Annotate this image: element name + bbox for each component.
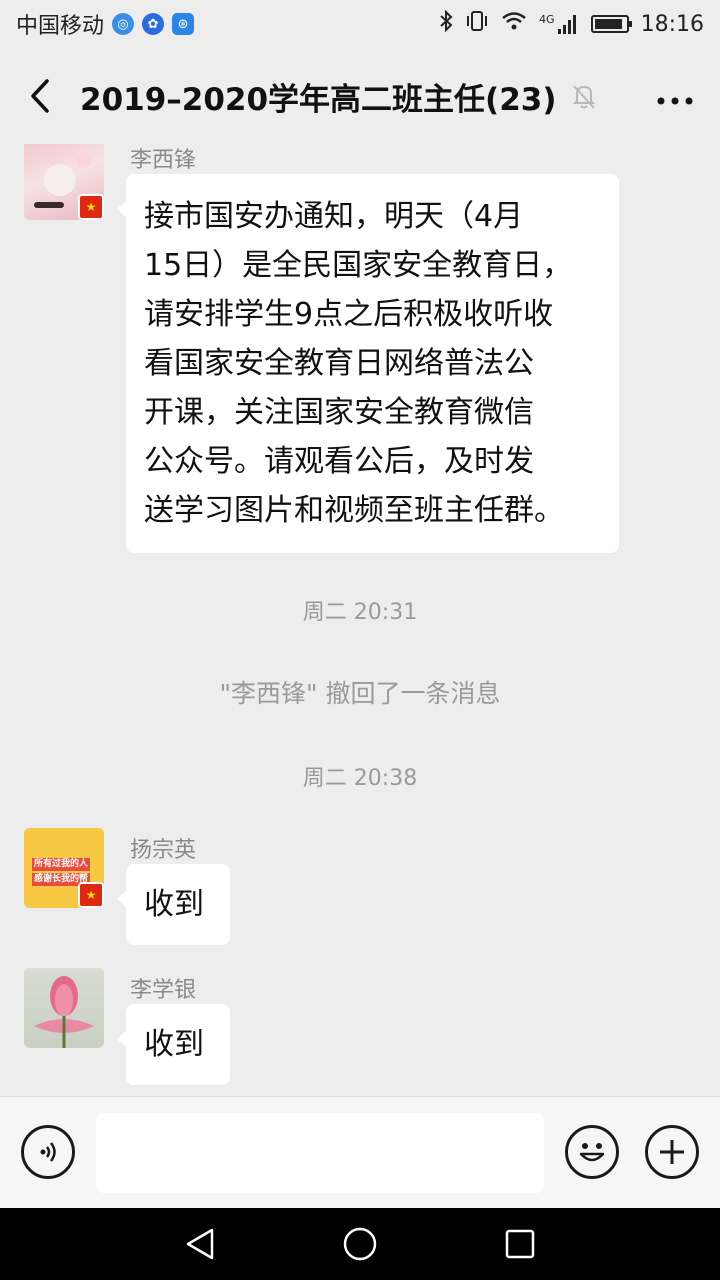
status-bar: 中国移动 ◎ ✿ ⊛ 4G 18:16: [0, 0, 720, 48]
lotus-image: [34, 976, 94, 1048]
message-line: 接市国安办通知，明天（4月: [144, 199, 524, 234]
nav-recent-icon[interactable]: [500, 1224, 540, 1264]
battery-fill: [594, 19, 622, 29]
sender-name: 扬宗英: [130, 838, 197, 863]
message-input[interactable]: [96, 1113, 544, 1193]
clock: 18:16: [640, 11, 704, 37]
message-line: 15日）是全民国家安全教育日，: [144, 248, 573, 283]
nav-home-icon[interactable]: [340, 1224, 380, 1264]
sender-name: 李学银: [130, 978, 197, 1003]
message-text: 收到: [144, 887, 204, 922]
status-left: 中国移动 ◎ ✿ ⊛: [16, 8, 195, 40]
message-timestamp: 周二 20:31: [302, 600, 418, 625]
avatar[interactable]: ★: [24, 144, 104, 220]
avatar[interactable]: [24, 968, 104, 1048]
message-line: 请安排学生9点之后积极收听收: [144, 297, 554, 332]
avatar-caption-line: 所有过我的人: [32, 858, 91, 871]
signal-icon: 4G: [539, 13, 579, 35]
chat-title: 2019–2020学年高二班主任(23): [80, 81, 557, 118]
message-bubble[interactable]: 收到: [117, 1004, 230, 1085]
plus-icon[interactable]: [645, 1125, 699, 1179]
recall-notice: "李西锋" 撤回了一条消息: [219, 679, 501, 708]
message-bubble[interactable]: 接市国安办通知，明天（4月 15日）是全民国家安全教育日， 请安排学生9点之后积…: [117, 174, 619, 553]
message-bubble[interactable]: 收到: [117, 864, 230, 945]
sender-name: 李西锋: [130, 148, 197, 173]
input-bar: [0, 1096, 720, 1208]
vibrate-icon: [465, 10, 489, 38]
battery-icon: [590, 15, 632, 33]
qq-browser-icon: ◎: [112, 13, 135, 35]
message-text: 收到: [144, 1027, 204, 1062]
message-line: 看国家安全教育日网络普法公: [144, 346, 534, 381]
more-dots-icon[interactable]: [650, 79, 700, 114]
carrier-label: 中国移动: [16, 14, 105, 39]
wifi-icon: [501, 10, 527, 38]
network-label: 4G: [539, 13, 555, 26]
emoji-icon[interactable]: [565, 1125, 619, 1179]
bell-off-icon: [569, 81, 599, 111]
bluetooth-icon: [439, 9, 453, 38]
message-line: 公众号。请观看公后，及时发: [144, 444, 534, 479]
nav-back-icon[interactable]: [180, 1224, 220, 1264]
baidu-icon: ✿: [142, 13, 165, 35]
voice-icon[interactable]: [21, 1125, 75, 1179]
message-line: 开课，关注国家安全教育微信: [144, 395, 534, 430]
system-nav-bar: [0, 1208, 720, 1280]
message-timestamp: 周二 20:38: [302, 766, 418, 791]
chat-area[interactable]: ★ 李西锋 接市国安办通知，明天（4月 15日）是全民国家安全教育日， 请安排学…: [0, 144, 720, 1096]
chevron-left-icon[interactable]: [20, 76, 60, 116]
chat-header: 2019–2020学年高二班主任(23): [0, 48, 720, 144]
china-flag-icon: ★: [78, 194, 104, 220]
status-right: 4G 18:16: [439, 9, 704, 38]
china-flag-icon: ★: [78, 882, 104, 908]
avatar[interactable]: 所有过我的人 感谢长我的帮 ★: [24, 828, 104, 908]
app-notification-icon: ⊛: [172, 13, 195, 35]
message-line: 送学习图片和视频至班主任群。: [144, 493, 564, 528]
